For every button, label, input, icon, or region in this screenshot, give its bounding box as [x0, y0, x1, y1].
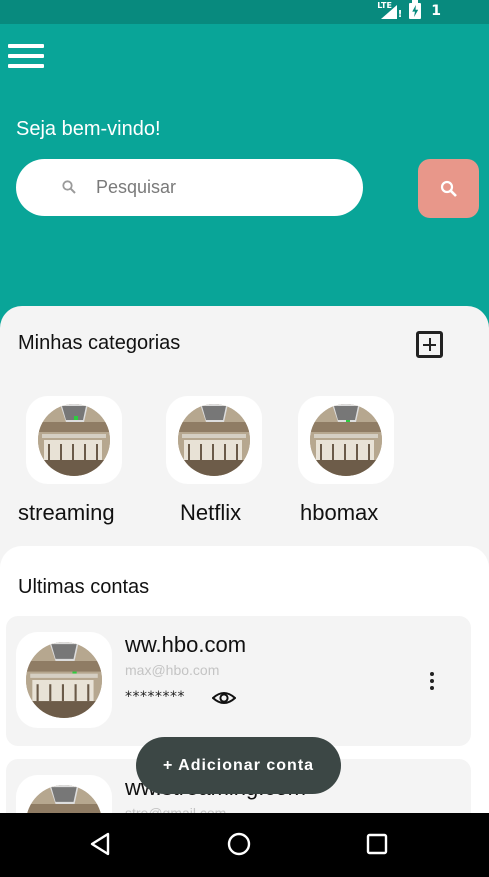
search-icon — [62, 180, 76, 194]
square-recents-icon[interactable] — [362, 829, 392, 859]
account-email: max@hbo.com — [125, 662, 220, 678]
add-account-button[interactable]: + Adicionar conta — [136, 737, 341, 794]
hamburger-menu-icon[interactable] — [8, 44, 44, 70]
welcome-text: Seja bem-vindo! — [16, 118, 161, 140]
account-image — [26, 785, 102, 813]
more-vertical-icon[interactable] — [426, 670, 438, 694]
category-image — [310, 404, 382, 476]
category-item-streaming[interactable]: streaming — [18, 396, 122, 525]
category-tile — [26, 396, 122, 484]
accounts-title: Ultimas contas — [18, 576, 150, 598]
app-screen: LTE ! 1 Seja bem-vindo! Minhas categoria… — [0, 0, 489, 813]
system-nav-bar — [0, 813, 489, 877]
signal-icon: LTE ! — [377, 1, 403, 21]
category-label: streaming — [18, 500, 115, 525]
account-email: stre@gmail.com — [125, 805, 227, 813]
account-image — [26, 642, 102, 718]
status-bar: LTE ! 1 — [0, 0, 489, 24]
category-tile — [166, 396, 262, 484]
search-icon — [440, 180, 457, 197]
category-item-netflix[interactable]: Netflix — [166, 396, 262, 525]
category-label: Netflix — [180, 500, 242, 525]
search-input[interactable] — [96, 169, 346, 205]
account-card[interactable]: ww.hbo.com max@hbo.com ******** — [6, 616, 471, 746]
triangle-back-icon[interactable] — [86, 829, 116, 859]
circle-home-icon[interactable] — [224, 829, 254, 859]
category-item-hbomax[interactable]: hbomax — [298, 396, 394, 525]
category-image — [178, 404, 250, 476]
account-password: ******** — [125, 689, 185, 705]
search-button[interactable] — [418, 159, 479, 218]
account-site: ww.hbo.com — [125, 632, 247, 657]
account-tile — [16, 632, 112, 728]
account-tile — [16, 775, 112, 813]
category-image — [38, 404, 110, 476]
eye-icon[interactable] — [212, 688, 236, 708]
battery-icon — [409, 0, 422, 19]
notification-count: 1 — [431, 3, 441, 19]
category-label: hbomax — [300, 500, 379, 525]
search-bar[interactable] — [16, 159, 363, 216]
category-tile — [298, 396, 394, 484]
categories-title: Minhas categorias — [18, 332, 181, 354]
add-box-icon[interactable] — [416, 331, 443, 358]
status-icons: LTE ! 1 — [377, 0, 441, 21]
